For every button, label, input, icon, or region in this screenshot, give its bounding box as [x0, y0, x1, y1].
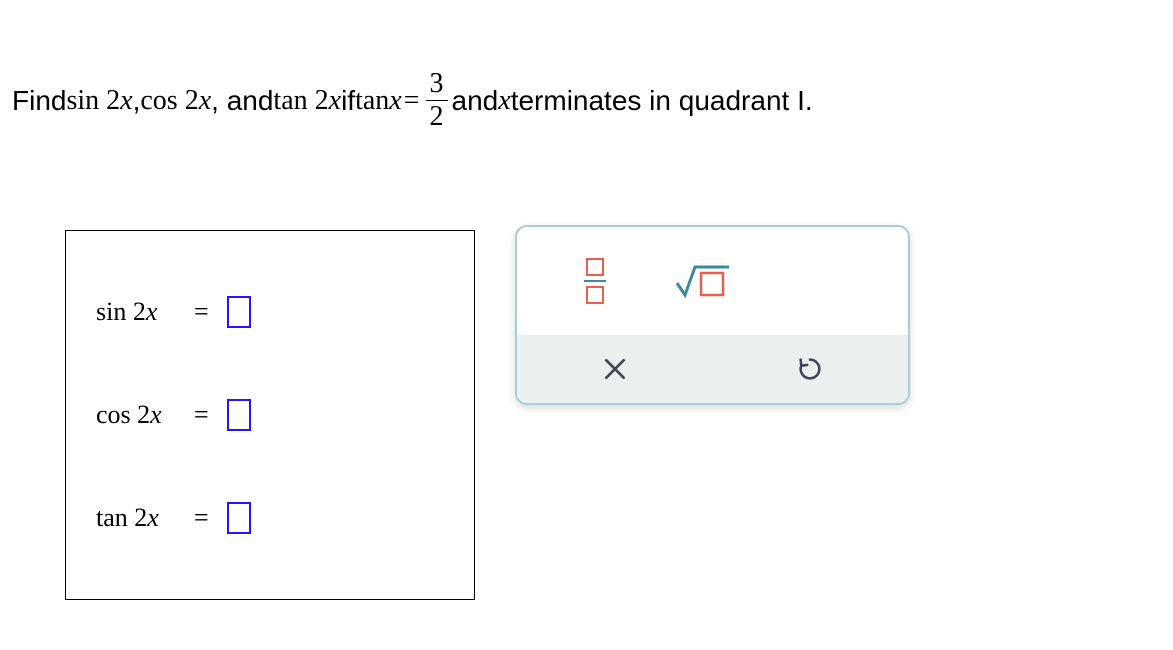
var-x-4: x [389, 85, 401, 117]
numerator: 3 [426, 70, 448, 100]
sqrt-icon [675, 261, 731, 301]
text-if: if [341, 85, 355, 117]
text-and: and [452, 85, 499, 117]
answer-row-cos2x: cos 2x = [96, 399, 444, 431]
label-tan2x: tan 2x [96, 503, 176, 533]
undo-icon [796, 355, 824, 383]
label-cos2x: cos 2x [96, 400, 176, 430]
close-icon [602, 356, 628, 382]
denominator: 2 [426, 100, 448, 131]
label-sin2x: sin 2x [96, 297, 176, 327]
equals-tan2x: = [194, 503, 209, 533]
toolbar-bottom-row [517, 335, 908, 403]
input-cos2x[interactable] [227, 399, 251, 431]
var-x-3: x [329, 85, 341, 117]
answer-box: sin 2x = cos 2x = tan 2x = [65, 230, 475, 600]
fraction-icon [584, 258, 606, 304]
comma-1: , [133, 85, 141, 117]
math-toolbar [515, 225, 910, 405]
equals: = [404, 85, 420, 117]
text-find: Find [12, 85, 66, 117]
var-x-1: x [120, 85, 132, 117]
answer-row-sin2x: sin 2x = [96, 296, 444, 328]
input-tan2x[interactable] [227, 502, 251, 534]
var-x-5: x [498, 85, 510, 117]
text-suffix: terminates in quadrant I. [511, 85, 813, 117]
sqrt-button[interactable] [673, 251, 733, 311]
fn-cos2: cos 2 [140, 85, 198, 117]
clear-button[interactable] [592, 346, 638, 392]
var-x-2: x [199, 85, 211, 117]
fraction-button[interactable] [565, 251, 625, 311]
input-sin2x[interactable] [227, 296, 251, 328]
problem-statement: Find sin 2 x , cos 2 x , and tan 2 x if … [12, 70, 1152, 131]
fraction-3-2: 3 2 [426, 70, 448, 131]
fn-tan: tan [355, 85, 389, 117]
fn-sin2: sin 2 [66, 85, 120, 117]
equals-cos2x: = [194, 400, 209, 430]
comma-and: , and [211, 85, 273, 117]
reset-button[interactable] [787, 346, 833, 392]
toolbar-top-row [517, 227, 908, 335]
equals-sin2x: = [194, 297, 209, 327]
fn-tan2: tan 2 [273, 85, 328, 117]
answer-row-tan2x: tan 2x = [96, 502, 444, 534]
